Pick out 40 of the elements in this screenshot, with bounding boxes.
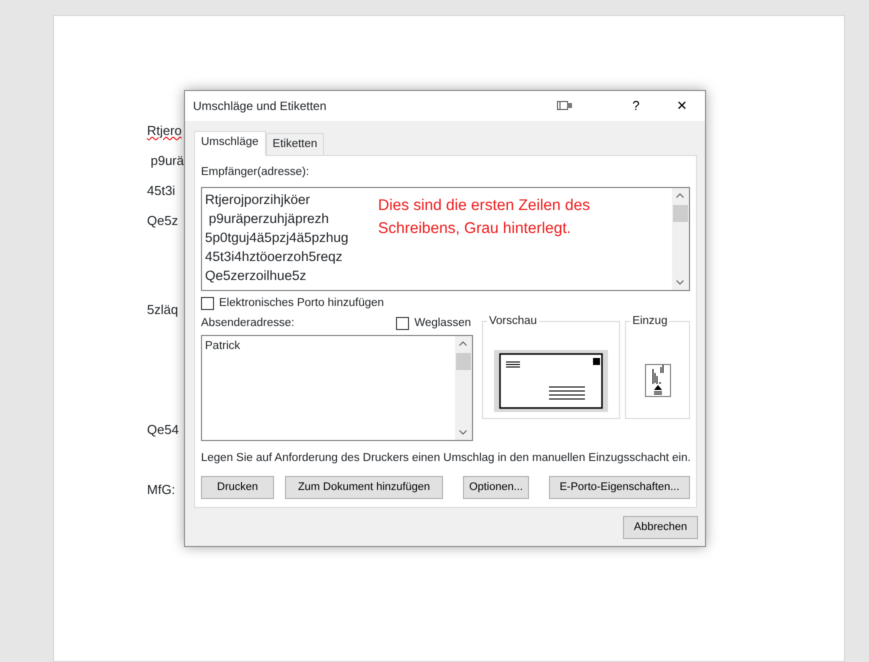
checkbox[interactable] [396,316,410,330]
document-text-line: 45t3i [147,182,176,200]
scroll-down-icon[interactable] [676,280,684,284]
feed-group[interactable]: Einzug [625,314,690,419]
recipient-address-field[interactable]: Rtjerojporzihjköer p9uräperzuhjäprezh 5p0tguj4ä5pzj4ä5pzhug 45t3i4hztöoerzoh5reqz Qe5zerzoilhue5z Dies sind die ersten Zeilen des Schreibens, Grau hinterlegt. [201,186,690,290]
envelope-feed-icon [645,364,672,397]
document-text-line: MfG: [147,481,176,499]
document-text-line: p9urä [150,152,184,170]
cancel-button[interactable]: Abbrechen [623,516,698,540]
scroll-thumb[interactable] [673,204,688,222]
tab[interactable]: Umschläge [194,131,266,156]
group-label: Vorschau [488,314,538,328]
checkbox-label: Elektronisches Porto hinzufügen [219,296,384,310]
document-text-line: Qe54 [147,421,179,439]
dialog-title: Umschläge und Etiketten [193,98,328,115]
instruction-text: Legen Sie auf Anforderung des Druckers einen Umschlag in den manuellen Einzugsschacht ein. [201,451,691,466]
scroll-up-icon[interactable] [459,341,467,346]
dialog-button[interactable]: E-Porto-Eigenschaften... [549,476,690,500]
scrollbar[interactable] [455,336,472,440]
checkbox[interactable] [201,296,214,310]
document-text-line: Qe5z [147,212,178,230]
checkbox-label: Weglassen [414,316,471,331]
document-text-line: 5zläq [147,301,178,319]
window-icon[interactable] [557,101,573,111]
annotation-text: Dies sind die ersten Zeilen des Schreibens, Grau hinterlegt. [378,196,591,238]
document-text-line: Rtjero [147,122,182,140]
scroll-down-icon[interactable] [459,430,467,435]
dialog-button[interactable]: Zum Dokument hinzufügen [285,476,443,500]
close-button[interactable]: ✕ [659,91,705,121]
scrollbar[interactable] [672,188,689,290]
sender-address-field[interactable]: Patrick [201,335,473,441]
help-button[interactable]: ? [613,91,659,121]
recipient-label: Empfänger(adresse): [201,165,310,180]
dialog-button[interactable]: Drucken [201,476,274,500]
tab[interactable]: Etiketten [266,133,324,156]
group-label: Einzug [631,314,668,328]
scroll-up-icon[interactable] [676,192,684,198]
sender-label: Absenderadresse: [201,316,294,331]
scroll-thumb[interactable] [456,353,471,370]
dialog-button[interactable]: Optionen... [463,476,529,500]
